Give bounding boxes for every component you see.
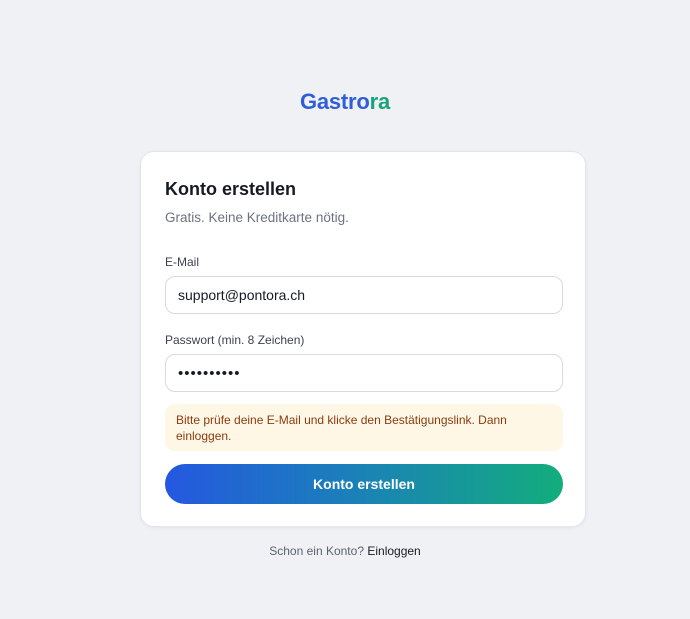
footer: Schon ein Konto? Einloggen: [0, 544, 690, 558]
email-value: support@pontora.ch: [178, 287, 306, 303]
card-title: Konto erstellen: [165, 179, 297, 199]
brand-logo: Gastrora: [0, 89, 690, 115]
create-account-button[interactable]: Konto erstellen: [165, 464, 563, 504]
brand-logo-part2: ra: [369, 89, 391, 114]
password-field[interactable]: ••••••••••: [165, 354, 563, 392]
password-value: ••••••••••: [178, 364, 241, 382]
confirmation-alert: Bitte prüfe deine E-Mail und klicke den …: [165, 404, 563, 451]
footer-text: Schon ein Konto?: [269, 544, 364, 558]
password-label: Passwort (min. 8 Zeichen): [165, 333, 305, 347]
signup-card: Konto erstellen Gratis. Keine Kreditkart…: [140, 151, 586, 527]
login-link[interactable]: Einloggen: [367, 544, 420, 558]
email-label: E-Mail: [165, 255, 200, 269]
card-subtitle: Gratis. Keine Kreditkarte nötig.: [165, 210, 349, 225]
brand-logo-part1: Gastro: [299, 89, 370, 114]
email-field[interactable]: support@pontora.ch: [165, 276, 563, 314]
